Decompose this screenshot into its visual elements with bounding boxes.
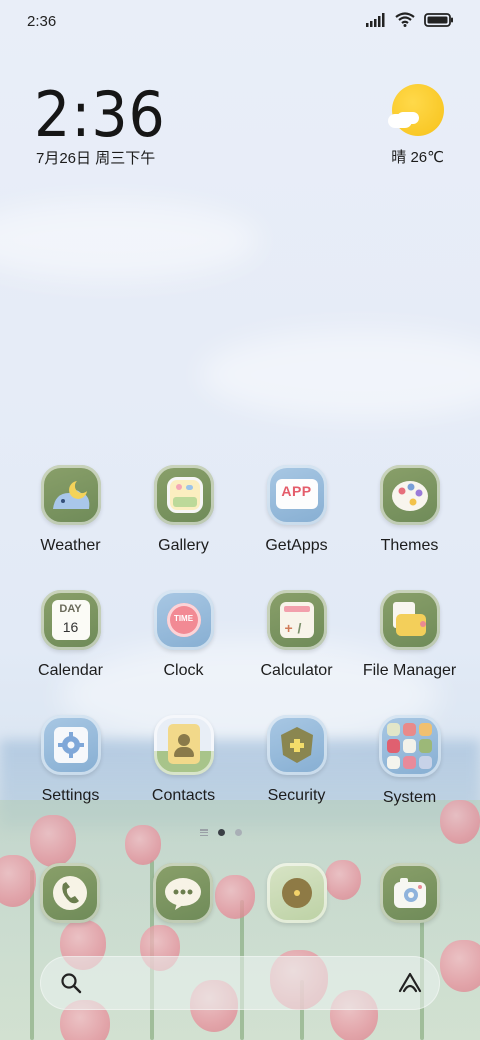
app-clock[interactable]: TIME Clock <box>127 590 240 680</box>
dock-messages[interactable] <box>153 863 213 923</box>
calculator-icon: + / <box>266 590 327 650</box>
gallery-icon <box>153 465 214 525</box>
cloud-icon <box>388 114 412 128</box>
app-security[interactable]: Security <box>240 715 353 805</box>
app-calculator[interactable]: + / Calculator <box>240 590 353 680</box>
app-contacts[interactable]: Contacts <box>127 715 240 805</box>
messages-icon <box>165 878 201 910</box>
camera-icon <box>394 878 426 908</box>
app-calendar[interactable]: DAY 16 Calendar <box>14 590 127 680</box>
calendar-day-number: 16 <box>62 619 79 635</box>
app-file-manager[interactable]: File Manager <box>353 590 466 680</box>
dock-camera[interactable] <box>380 863 440 923</box>
weather-text: 晴 26℃ <box>391 149 444 166</box>
search-bar[interactable] <box>40 956 440 1010</box>
calendar-icon: DAY 16 <box>40 590 101 650</box>
sun-icon <box>392 84 444 136</box>
getapps-icon: APP <box>266 465 327 525</box>
app-label: Security <box>267 787 326 804</box>
app-label: Calculator <box>260 662 333 679</box>
security-icon <box>266 715 327 775</box>
app-settings[interactable]: Settings <box>14 715 127 805</box>
page-dot-active[interactable] <box>218 829 225 836</box>
page-indicator[interactable] <box>200 829 242 836</box>
assistant-icon[interactable] <box>396 971 424 995</box>
battery-icon <box>424 12 453 27</box>
clock-time: 2:36 <box>34 78 166 151</box>
app-themes[interactable]: Themes <box>353 465 466 555</box>
app-label: Themes <box>380 537 439 554</box>
search-icon <box>61 973 82 994</box>
app-label: Calendar <box>38 662 103 679</box>
app-label: Contacts <box>151 787 216 804</box>
calendar-day-label: DAY <box>59 603 82 615</box>
status-time: 2:36 <box>27 13 57 30</box>
contacts-icon <box>153 715 214 775</box>
getapps-badge: APP <box>281 483 312 499</box>
app-label: System <box>382 789 437 806</box>
signal-icon <box>366 12 385 27</box>
system-folder-icon <box>378 715 441 777</box>
themes-icon <box>379 465 440 525</box>
status-icons <box>366 12 454 27</box>
app-label: Gallery <box>158 537 209 554</box>
browser-icon <box>282 878 312 908</box>
wifi-icon <box>395 12 415 27</box>
app-label: Weather <box>40 537 101 554</box>
dock-browser[interactable] <box>267 863 327 923</box>
phone-icon <box>53 876 87 910</box>
app-label: Clock <box>163 662 204 679</box>
file-manager-icon <box>379 590 440 650</box>
home-screen: 2:36 2:36 7月26日 周三下午 晴 26℃ Weather Galle… <box>0 0 480 1040</box>
app-getapps[interactable]: APP GetApps <box>240 465 353 555</box>
weather-widget[interactable]: 晴 26℃ <box>352 84 444 174</box>
app-weather[interactable]: Weather <box>14 465 127 555</box>
page-dot[interactable] <box>235 829 242 836</box>
app-system-folder[interactable]: System <box>353 715 466 807</box>
dock-phone[interactable] <box>40 863 100 923</box>
app-gallery[interactable]: Gallery <box>127 465 240 555</box>
status-bar: 2:36 <box>0 0 480 40</box>
app-label: GetApps <box>265 537 328 554</box>
app-label: Settings <box>41 787 100 804</box>
clock-icon: TIME <box>153 590 214 650</box>
settings-icon <box>40 715 101 775</box>
weather-icon <box>40 465 101 525</box>
app-label: File Manager <box>362 662 457 679</box>
clock-date: 7月26日 周三下午 <box>36 150 156 167</box>
page-menu-icon <box>200 829 208 836</box>
clock-icon-text: TIME <box>173 614 194 623</box>
